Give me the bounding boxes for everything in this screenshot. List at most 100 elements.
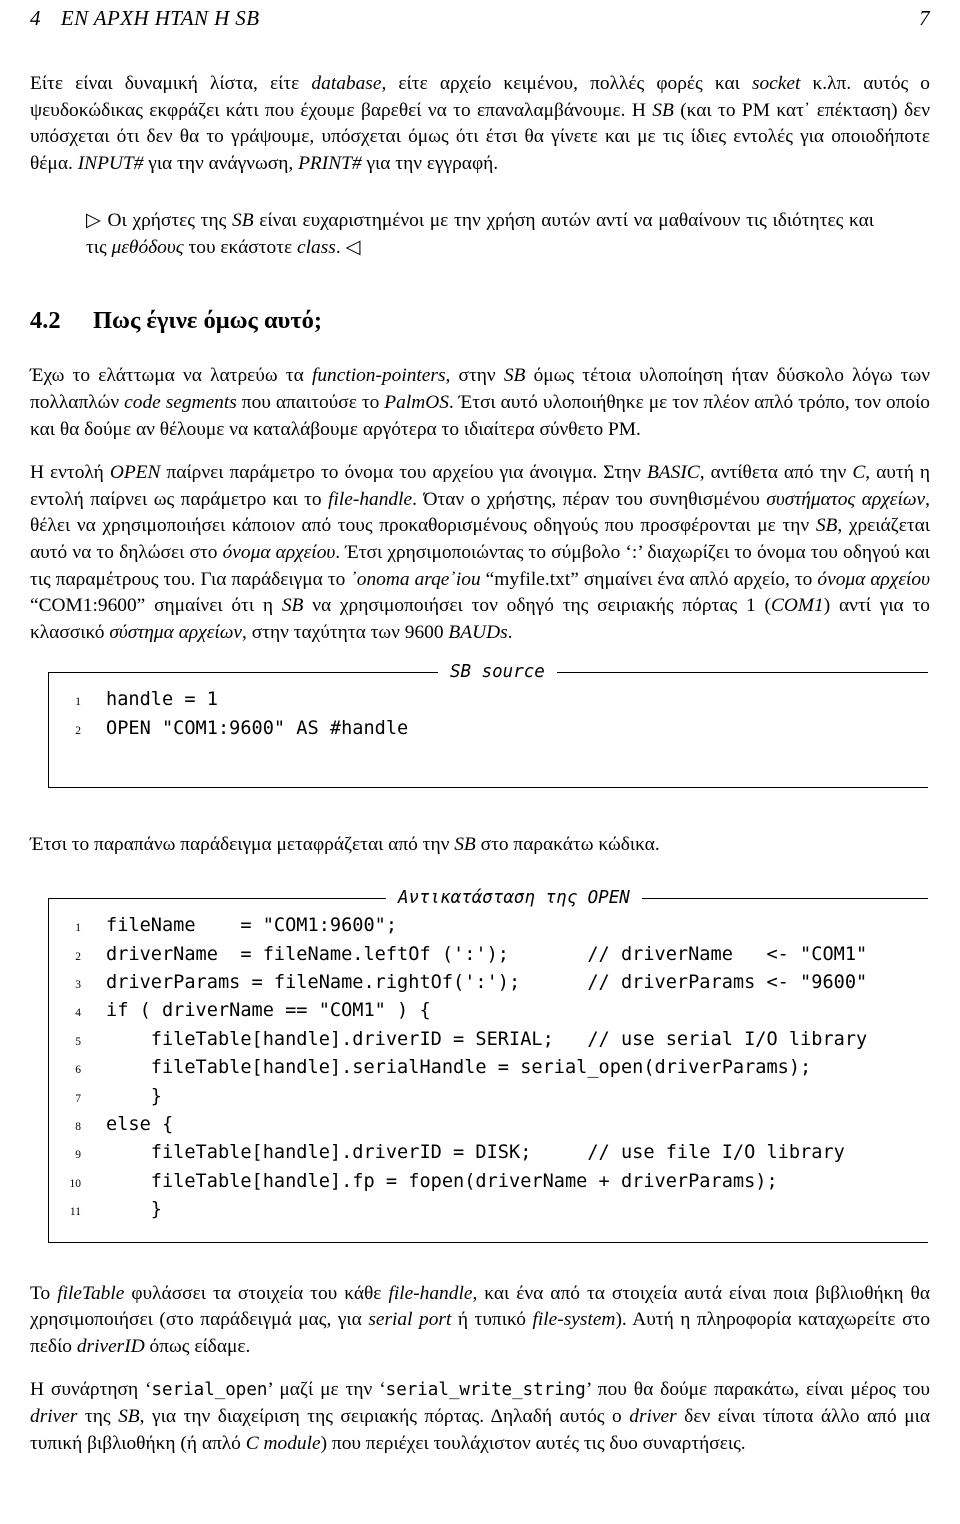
code-text: handle = 1 [106,689,218,711]
emphasis-run: PalmOS [384,391,449,413]
code-line: 5 fileTable[handle].driverID = SERIAL; /… [75,1027,928,1055]
text-run: όπως είδαμε. [144,1335,251,1357]
triangle-left-icon: ◁ [345,237,361,259]
line-number: 2 [75,950,81,963]
code-text: } [106,1199,162,1221]
running-head-left: 4 ΕΝ ΑΡΧΗ ΗΤΑΝ Η SB [30,6,259,31]
line-number: 11 [69,1206,81,1219]
emphasis-run: code segments [124,391,237,413]
listing-body: 1 handle = 1 2 OPEN "COM1:9600" AS #hand… [48,673,928,788]
code-text: fileTable[handle].serialHandle = serial_… [106,1057,812,1079]
line-number: 6 [75,1064,81,1077]
emphasis-run: BASIC [646,462,700,484]
emphasis-run: function-pointers [311,365,446,387]
remark-block: ▷ Οι χρήστες της SB είναι ευχαριστημένοι… [86,207,874,261]
text-run: Το [30,1282,58,1304]
emphasis-run: file-system [532,1309,616,1331]
text-run: , για την διαχείριση της σειριακής πόρτα… [139,1405,630,1427]
text-run: ) που περιέχει τουλάχιστον αυτές τις δυο… [320,1432,746,1454]
emphasis-run: ᾿onoma arqe᾿iou [350,568,481,590]
code-line: 1 fileName = "COM1:9600"; [75,913,928,941]
code-line: 4 if ( driverName == "COM1" ) { [75,998,928,1026]
emphasis-run: OPEN [109,462,161,484]
paragraph-1: Έχω το ελάττωμα να λατρεύω τα function-p… [30,363,930,443]
emphasis-run: SB [815,515,838,537]
listing-body: 1 fileName = "COM1:9600"; 2 driverName = f… [48,899,928,1243]
text-run: , αντίθετα από την [699,462,853,484]
line-number: 2 [75,724,81,737]
emphasis-run: BAUDs [448,621,508,643]
code-text: fileTable[handle].driverID = DISK; // us… [106,1142,845,1164]
paragraph-4: Το fileTable φυλάσσει τα στοιχεία του κά… [30,1281,930,1361]
text-run: ’ που θα δούμε παρακάτω, είναι μέρος του [585,1379,930,1401]
emphasis-run: driverID [76,1335,145,1357]
listing-open-replacement: Αντικατάσταση της OPEN 1 fileName = "COM1… [48,887,928,1243]
code-line: 6 fileTable[handle].serialHandle = seria… [75,1055,928,1083]
emphasis-run: socket [751,73,801,94]
code-inline: serial_write_string [385,1380,586,1401]
page-number: 7 [919,6,930,30]
paragraph-2: Η εντολή OPEN παίρνει παράμετρο το όνομα… [30,460,930,646]
text-run: , στην [445,365,504,387]
paragraph-5: Η συνάρτηση ‘serial_open’ μαζί με την ‘s… [30,1377,930,1457]
emphasis-run: όνομα αρχείου [222,541,336,563]
code-line: 2 OPEN "COM1:9600" AS #handle [75,716,928,744]
text-run: της [77,1405,119,1427]
emphasis-run: COM1 [770,595,824,617]
emphasis-run: INPUT# [77,152,144,174]
text-run: . [507,621,513,643]
text-run: του εκάστοτε [183,237,298,259]
emphasis-run: SB [232,210,254,232]
code-line: 3 driverParams = fileName.rightOf(':'); /… [75,970,928,998]
emphasis-run: driver [30,1405,78,1427]
emphasis-run: SB [652,99,674,121]
text-run: , είτε αρχείο κειμένου, πολλές φορές και [381,73,752,94]
emphasis-run: SB [118,1405,140,1427]
emphasis-run: όνομα αρχείου [817,568,930,590]
emphasis-run: σύστημα αρχείων [109,621,243,643]
text-run: που απαιτούσε το [236,391,385,413]
text-run: για την εγγραφή. [361,152,499,174]
emphasis-run: database [311,73,382,94]
line-number: 9 [75,1149,81,1162]
chapter-number: 4 [30,6,41,30]
chapter-title: ΕΝ ΑΡΧΗ ΗΤΑΝ Η SB [60,6,260,30]
text-run: να χρησιμοποιήσει τον οδηγό της σειριακή… [303,595,771,617]
text-run: . [335,237,346,259]
emphasis-run: SB [454,833,476,855]
line-number: 10 [69,1177,82,1190]
emphasis-run: PRINT# [298,152,362,174]
emphasis-run: μεθόδους [111,237,184,259]
section-title: Πως έγινε όμως αυτό; [93,307,323,335]
text-run: ή τυπικό [451,1309,533,1331]
emphasis-run: driver [629,1405,677,1427]
code-line: 8 else { [75,1112,928,1140]
code-text: else { [106,1113,174,1135]
code-line: 9 fileTable[handle].driverID = DISK; // … [75,1140,928,1168]
emphasis-run: C [852,462,866,484]
emphasis-run: file-handle [328,488,413,510]
section-heading: 4.2 Πως έγινε όμως αυτό; [30,307,930,335]
code-inline: serial_open [151,1380,268,1401]
code-text: driverName = fileName.leftOf (':'); // d… [106,943,868,965]
line-number: 3 [75,978,81,991]
text-run: Οι χρήστες της [101,210,232,232]
emphasis-run: SB [281,595,304,617]
text-run: Είτε είναι δυναμική λίστα, είτε [30,73,312,94]
text-run: “myfile.txt” σημαίνει ένα απλό αρχείο, τ… [480,568,818,590]
triangle-right-icon: ▷ [86,210,102,232]
line-number: 4 [75,1007,81,1020]
text-run: στο παρακάτω κώδικα. [475,833,660,855]
line-number: 7 [75,1092,81,1105]
code-text: OPEN "COM1:9600" AS #handle [106,717,409,739]
text-run: Η συνάρτηση ‘ [30,1379,152,1401]
text-run: για την ανάγνωση, [143,152,299,174]
text-run: φυλάσσει τα στοιχεία του κάθε [124,1282,389,1304]
listing-sb-source: SB source 1 handle = 1 2 OPEN "COM1:9600… [48,661,928,788]
line-number: 5 [75,1035,81,1048]
text-run: Η εντολή [30,462,110,484]
code-text: driverParams = fileName.rightOf(':'); //… [106,971,868,993]
code-text: if ( driverName == "COM1" ) { [106,1000,431,1022]
emphasis-run: fileTable [57,1282,125,1304]
line-number: 1 [75,696,81,709]
